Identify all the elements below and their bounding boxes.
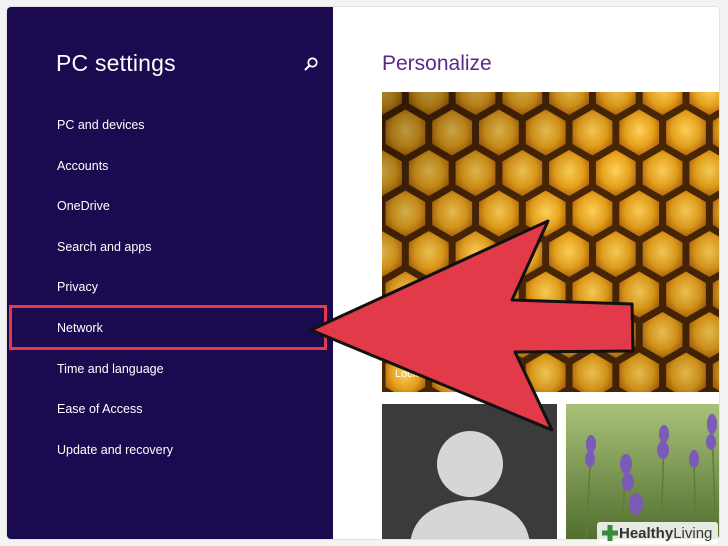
page-title: Personalize — [382, 52, 492, 75]
lock-screen-tile[interactable]: Lock screen — [382, 92, 719, 392]
personalize-panel: Personalize Lock screen — [333, 7, 719, 539]
lavender-image — [566, 404, 719, 539]
sidebar-item-time-and-language[interactable]: Time and language — [57, 361, 164, 377]
watermark-text-1: Healthy — [619, 524, 674, 542]
sidebar-item-search-and-apps[interactable]: Search and apps — [57, 239, 152, 255]
sidebar-item-pc-and-devices[interactable]: PC and devices — [57, 117, 145, 133]
account-picture-tile[interactable] — [382, 404, 557, 539]
search-icon[interactable] — [301, 55, 321, 75]
avatar-icon — [410, 431, 530, 539]
plus-icon — [602, 525, 618, 541]
sidebar-item-onedrive[interactable]: OneDrive — [57, 198, 110, 214]
watermark-text-2: Living — [673, 524, 713, 542]
honeycomb-image — [382, 92, 719, 392]
sidebar-item-update-and-recovery[interactable]: Update and recovery — [57, 442, 173, 458]
sidebar-item-ease-of-access[interactable]: Ease of Access — [57, 401, 142, 417]
pc-settings-window: PC settings PC and devices Accounts OneD… — [7, 7, 719, 539]
sidebar-title: PC settings — [56, 50, 176, 76]
sidebar-item-privacy[interactable]: Privacy — [57, 279, 98, 295]
sidebar: PC settings PC and devices Accounts OneD… — [7, 7, 333, 539]
network-highlight-box — [9, 305, 327, 350]
lavender-photo-tile[interactable] — [566, 404, 719, 539]
sidebar-item-accounts[interactable]: Accounts — [57, 158, 108, 174]
watermark: Healthy Living — [597, 522, 719, 544]
lock-screen-label: Lock screen — [395, 368, 455, 380]
